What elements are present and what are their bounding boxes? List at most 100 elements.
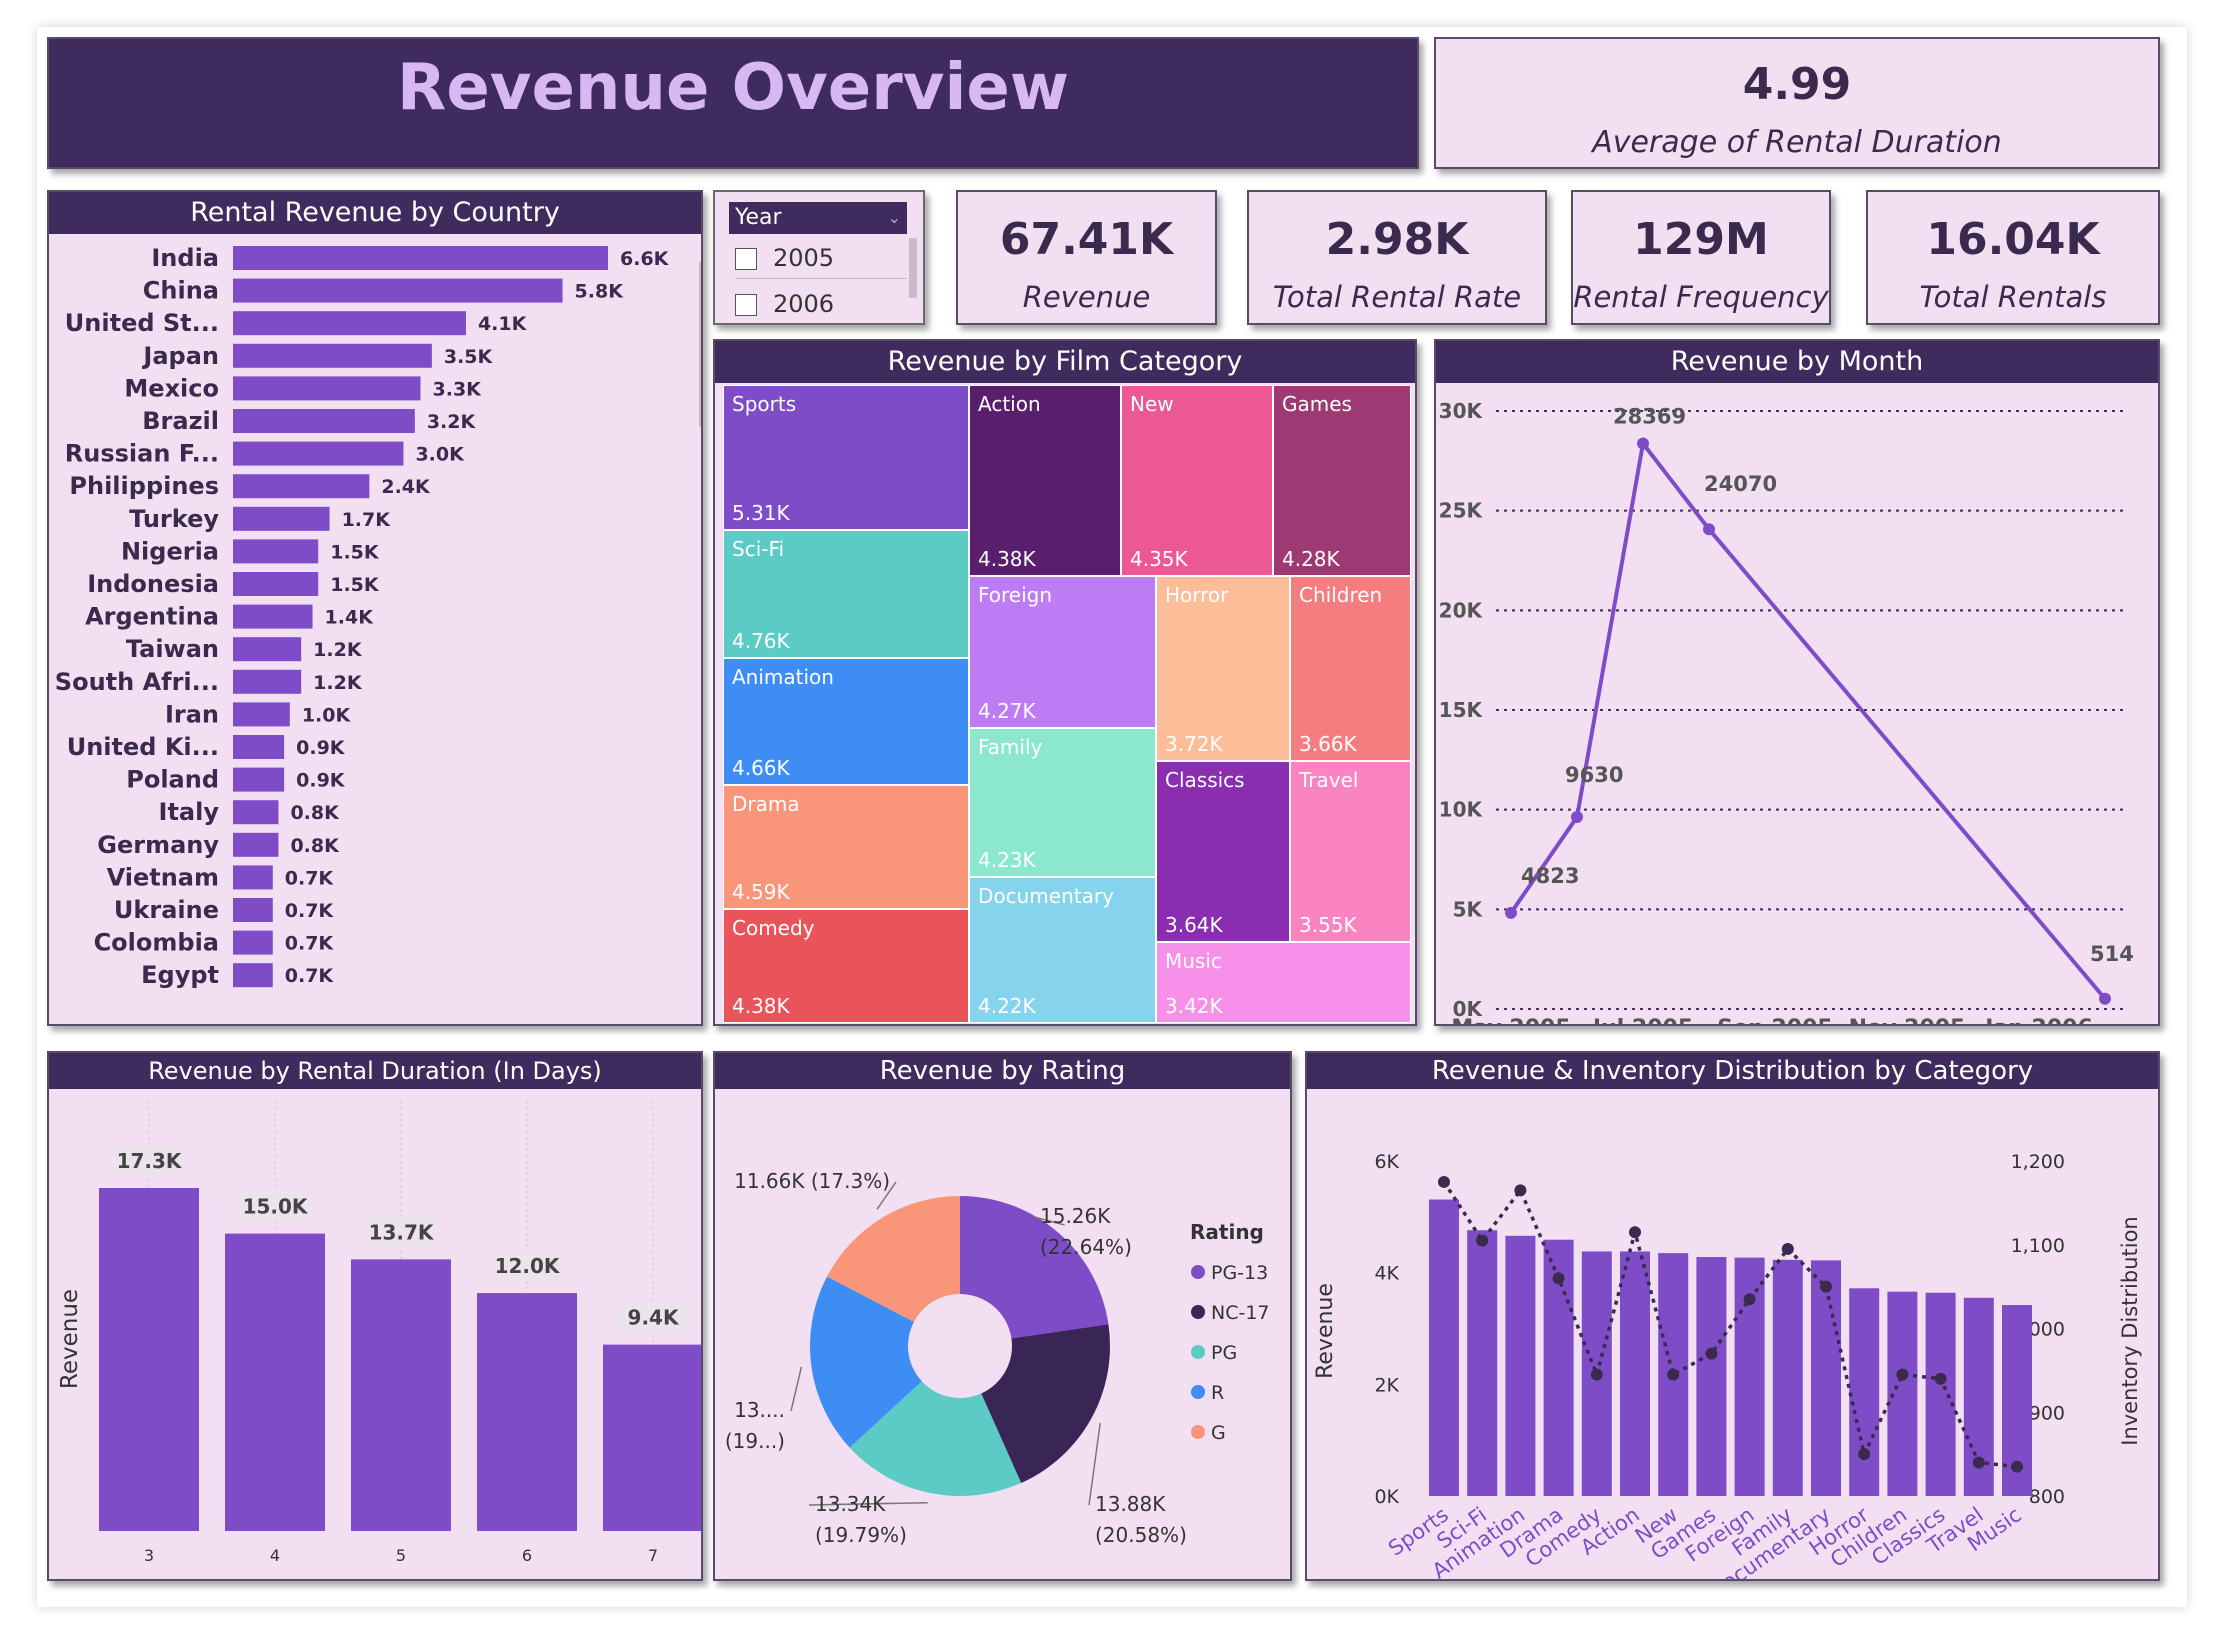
kpi-card-avg-duration[interactable]: 4.99 Average of Rental Duration [1434,37,2160,169]
bar[interactable] [233,311,466,336]
tile-value: 4.22K [978,994,1036,1018]
scrollbar[interactable] [909,238,917,298]
bar[interactable] [1620,1251,1650,1496]
data-point[interactable] [1743,1293,1756,1306]
bar[interactable] [233,963,273,988]
month-line-chart: 0K5K10K15K20K25K30KMay 2005Jul 2005Sep 2… [1439,399,2134,1024]
treemap-tile[interactable]: Animation 4.66K [723,658,969,785]
treemap-tile[interactable]: Music 3.42K [1156,942,1411,1023]
bar[interactable] [233,800,279,825]
data-point[interactable] [1781,1242,1794,1255]
kpi-card-total-rentals[interactable]: 16.04K Total Rentals [1866,190,2160,325]
treemap-tile[interactable]: Documentary 4.22K [969,877,1156,1023]
slicer-option[interactable]: 2005 [735,242,905,276]
checkbox[interactable] [735,248,757,270]
treemap-tile[interactable]: Games 4.28K [1273,385,1411,576]
bar[interactable] [351,1259,451,1531]
bar[interactable] [1696,1257,1727,1496]
data-point[interactable] [1476,1234,1489,1247]
data-point[interactable] [1896,1368,1909,1381]
bar[interactable] [233,702,290,727]
data-point[interactable] [1571,811,1583,824]
kpi-card-revenue[interactable]: 67.41K Revenue [956,190,1217,325]
treemap-tile[interactable]: Action 4.38K [969,385,1121,576]
treemap-tile[interactable]: Family 4.23K [969,728,1156,877]
bar[interactable] [233,376,421,401]
bar[interactable] [233,669,302,694]
treemap-tile[interactable]: Drama 4.59K [723,785,969,909]
bar[interactable] [1505,1235,1536,1496]
data-point[interactable] [1590,1368,1603,1381]
bar[interactable] [603,1344,701,1531]
bar[interactable] [233,246,608,270]
scrollbar[interactable] [699,262,701,427]
treemap-tile[interactable]: Sci-Fi 4.76K [723,530,969,658]
chevron-down-icon[interactable]: ⌄ [888,202,901,234]
data-point[interactable] [2011,1460,2023,1473]
legend-item[interactable]: G [1211,1422,1226,1444]
tile-value: 3.66K [1299,732,1357,756]
bar[interactable] [233,930,273,955]
bar[interactable] [1429,1199,1459,1496]
bar[interactable] [233,409,415,433]
y-tick: 25K [1439,499,1484,523]
data-point[interactable] [1637,437,1649,450]
slicer-option[interactable]: 2006 [735,288,905,322]
bar[interactable] [1811,1260,1841,1496]
bar[interactable] [233,604,313,629]
legend-marker [1191,1265,1205,1279]
bar[interactable] [233,572,319,596]
legend-item[interactable]: PG-13 [1211,1262,1268,1284]
treemap-tile[interactable]: Sports 5.31K [723,385,969,530]
tile-label: Travel [1299,768,1359,792]
data-point[interactable] [1629,1226,1641,1239]
data-point[interactable] [1972,1456,1985,1469]
data-point[interactable] [2099,992,2111,1005]
data-point[interactable] [1505,906,1517,919]
kpi-card-rental-rate[interactable]: 2.98K Total Rental Rate [1247,190,1547,325]
bar[interactable] [233,865,273,890]
bar[interactable] [233,898,273,922]
kpi-card-rental-frequency[interactable]: 129M Rental Frequency [1571,190,1831,325]
bar[interactable] [99,1188,199,1531]
bar[interactable] [225,1233,325,1531]
data-point[interactable] [1934,1372,1947,1385]
data-point[interactable] [1552,1272,1565,1285]
bar[interactable] [233,474,370,499]
bar[interactable] [1849,1288,1880,1496]
bar[interactable] [1772,1259,1803,1496]
y-tick: 20K [1439,598,1484,622]
checkbox[interactable] [735,294,757,316]
data-point[interactable] [1705,1347,1718,1360]
bar[interactable] [233,343,432,368]
bar[interactable] [233,539,319,564]
data-point[interactable] [1514,1184,1527,1197]
treemap-tile[interactable]: Horror 3.72K [1156,576,1290,761]
bar[interactable] [233,506,330,531]
bar[interactable] [233,278,563,303]
treemap-tile[interactable]: Travel 3.55K [1290,761,1411,942]
bar[interactable] [233,767,285,792]
treemap-tile[interactable]: Children 3.66K [1290,576,1411,761]
treemap-tile[interactable]: Foreign 4.27K [969,576,1156,728]
bar[interactable] [233,637,302,662]
legend-item[interactable]: R [1211,1382,1224,1404]
bar[interactable] [233,735,285,759]
data-point[interactable] [1667,1368,1680,1381]
treemap-tile[interactable]: Classics 3.64K [1156,761,1290,942]
legend-item[interactable]: NC-17 [1211,1302,1270,1324]
rating-revenue-panel: Revenue by Rating 15.26K (22.64%) 13.88K (2… [713,1051,1292,1581]
bar[interactable] [477,1293,577,1531]
data-point[interactable] [1703,523,1715,536]
data-point[interactable] [1438,1175,1450,1188]
bar[interactable] [1925,1292,1956,1496]
treemap-tile[interactable]: New 4.35K [1121,385,1273,576]
data-point[interactable] [1858,1448,1871,1461]
bar[interactable] [233,441,404,466]
legend-item[interactable]: PG [1211,1342,1237,1364]
treemap-tile[interactable]: Comedy 4.38K [723,909,969,1023]
year-slicer[interactable]: Year ⌄ 2005 2006 [713,190,925,325]
bar[interactable] [1467,1230,1498,1496]
data-point[interactable] [1820,1280,1832,1293]
bar[interactable] [233,832,279,857]
